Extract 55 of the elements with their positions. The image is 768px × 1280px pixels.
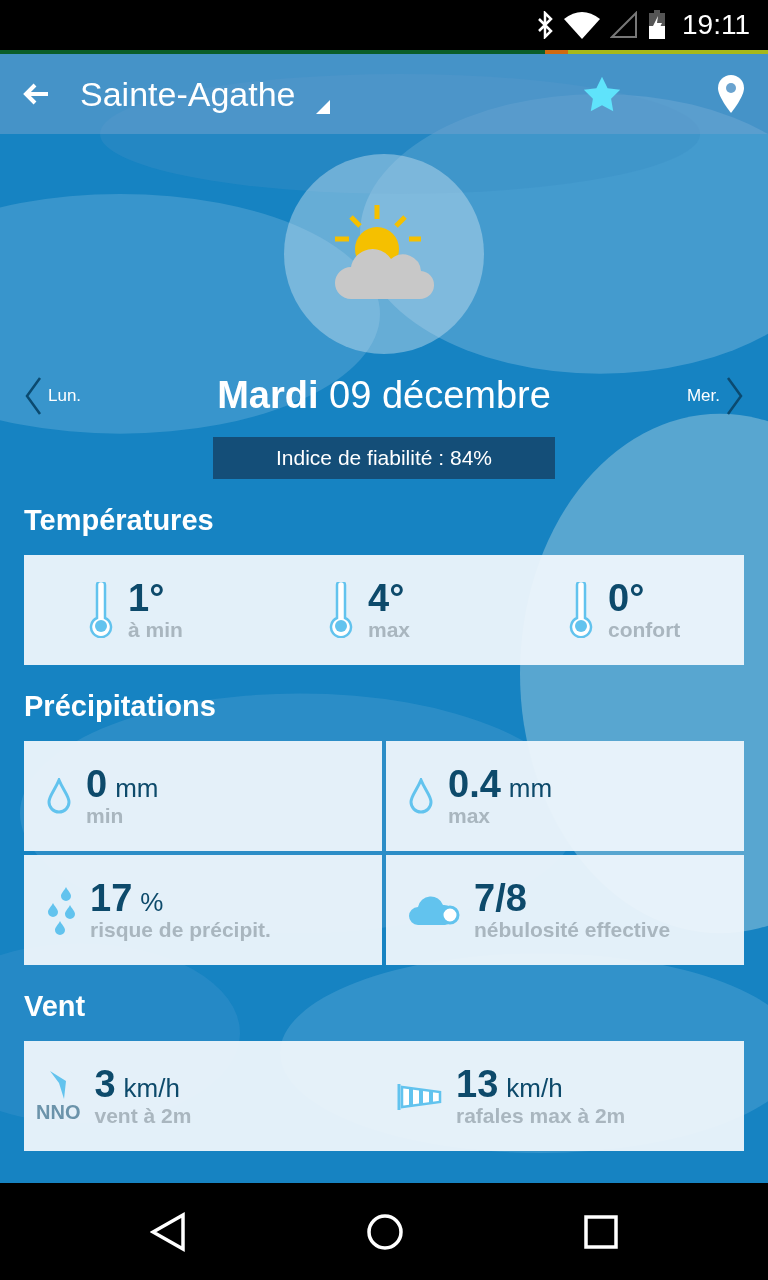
value-label: vent à 2m bbox=[94, 1104, 192, 1128]
unit: mm bbox=[508, 773, 553, 804]
value-label: min bbox=[86, 804, 125, 828]
value: 13 bbox=[456, 1064, 499, 1104]
dropdown-caret-icon[interactable] bbox=[315, 100, 330, 114]
value: 1° bbox=[128, 578, 165, 618]
value: 7/8 bbox=[474, 878, 527, 918]
unit: km/h bbox=[123, 1073, 180, 1104]
value-label: confort bbox=[608, 618, 681, 642]
star-icon[interactable] bbox=[582, 75, 622, 113]
wind-direction-icon bbox=[48, 1068, 69, 1099]
chevron-left-icon bbox=[24, 375, 42, 416]
previous-day-link[interactable]: Lun. bbox=[24, 375, 82, 416]
value: 0 bbox=[86, 764, 108, 804]
value: 4° bbox=[368, 578, 405, 618]
section-title: Températures bbox=[24, 503, 215, 537]
location-title[interactable]: Sainte-Agathe bbox=[80, 74, 296, 114]
value: 0.4 bbox=[448, 764, 501, 804]
value-label: rafales max à 2m bbox=[456, 1104, 626, 1128]
chevron-right-icon bbox=[726, 375, 744, 416]
value: 17 bbox=[90, 878, 133, 918]
windsock-icon bbox=[396, 1081, 442, 1111]
unit: mm bbox=[115, 773, 159, 804]
thermometer-icon bbox=[88, 582, 114, 638]
reliability-banner: Indice de fiabilité : 84% bbox=[213, 437, 555, 479]
back-triangle-icon[interactable] bbox=[150, 1211, 186, 1252]
drop-icon bbox=[46, 778, 72, 814]
thermometer-icon bbox=[568, 582, 594, 638]
clock-time: 19:11 bbox=[682, 9, 750, 41]
value-label: max bbox=[448, 804, 492, 828]
wind-direction: NNO bbox=[36, 1100, 81, 1124]
next-day-link[interactable]: Mer. bbox=[686, 375, 744, 416]
day-title: Mardi 09 décembre bbox=[217, 374, 551, 417]
home-circle-icon[interactable] bbox=[366, 1212, 404, 1251]
drop-icon bbox=[408, 778, 434, 814]
thermometer-icon bbox=[328, 582, 354, 638]
value: 3 bbox=[94, 1064, 116, 1104]
value-label: à min bbox=[128, 618, 183, 642]
unit: % bbox=[140, 887, 164, 918]
unit: km/h bbox=[506, 1073, 563, 1104]
value-label: max bbox=[368, 618, 411, 642]
back-arrow-icon[interactable] bbox=[22, 82, 50, 106]
section-title: Précipitations bbox=[24, 689, 217, 723]
cloud-icon bbox=[408, 893, 460, 927]
section-title: Vent bbox=[24, 989, 87, 1023]
signal-icon bbox=[610, 11, 638, 39]
value-label: risque de précipit. bbox=[90, 918, 271, 942]
raindrops-icon bbox=[46, 885, 76, 935]
value: 0° bbox=[608, 578, 645, 618]
bluetooth-icon bbox=[536, 11, 554, 39]
battery-icon bbox=[648, 10, 666, 40]
value-label: nébulosité effective bbox=[474, 918, 671, 942]
map-pin-icon[interactable] bbox=[716, 74, 746, 114]
recents-square-icon[interactable] bbox=[584, 1214, 618, 1249]
wifi-icon bbox=[564, 11, 600, 39]
